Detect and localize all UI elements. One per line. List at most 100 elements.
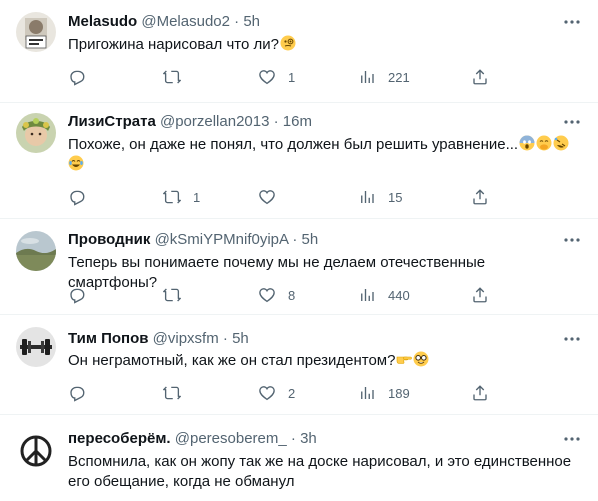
tweet-text: Вспомнила, как он жопу так же на доске н… xyxy=(68,452,578,492)
tweet-text-line-2: его обещание, когда не обманул xyxy=(68,473,295,490)
reply-icon xyxy=(70,386,85,402)
retweet-icon xyxy=(163,70,181,84)
tweet-text-content: Пригожина нарисовал что ли? xyxy=(68,36,279,53)
author-name[interactable]: пересоберём. xyxy=(68,430,171,447)
reply-button[interactable] xyxy=(68,285,98,305)
author-handle[interactable]: @Melasudo2 xyxy=(141,13,230,30)
author-handle[interactable]: @peresoberem_ xyxy=(175,430,287,447)
author-handle[interactable]: @porzellan2013 xyxy=(160,113,269,130)
avatar[interactable] xyxy=(16,113,56,153)
like-button[interactable] xyxy=(258,187,288,207)
separator-dot: · xyxy=(222,330,228,347)
reply-icon xyxy=(70,288,85,304)
reply-icon xyxy=(70,190,85,206)
heart-icon xyxy=(259,190,275,205)
retweet-button[interactable] xyxy=(163,285,193,305)
separator-dot: · xyxy=(290,430,296,447)
author-name[interactable]: ЛизиСтрата xyxy=(68,113,156,130)
more-options-icon[interactable] xyxy=(562,112,582,132)
author-name[interactable]: Melasudo xyxy=(68,13,137,30)
like-count: 1 xyxy=(288,69,296,85)
joy-tears-icon xyxy=(68,155,84,171)
tweet-2[interactable]: ЛизиСтрата @porzellan2013 · 16m Похоже, … xyxy=(0,103,598,219)
retweet-button[interactable] xyxy=(163,383,193,403)
share-button[interactable] xyxy=(471,383,489,403)
timestamp[interactable]: 5h xyxy=(302,231,319,248)
tweet-text: Пригожина нарисовал что ли? xyxy=(68,35,578,55)
share-icon xyxy=(473,385,487,401)
reply-button[interactable] xyxy=(68,383,98,403)
tweet-3[interactable]: Проводник @kSmiYPMnif0yipA · 5h Теперь в… xyxy=(0,219,598,315)
share-button[interactable] xyxy=(471,187,489,207)
author-name[interactable]: Проводник xyxy=(68,231,150,248)
timestamp[interactable]: 5h xyxy=(243,13,260,30)
tweet-actions: 1 221 xyxy=(68,67,488,87)
retweet-icon xyxy=(163,386,181,400)
author-name[interactable]: Тим Попов xyxy=(68,330,148,347)
author-handle[interactable]: @kSmiYPMnif0yipA xyxy=(155,231,289,248)
author-handle[interactable]: @vipxsfm xyxy=(153,330,219,347)
nerd-face-icon xyxy=(413,351,429,367)
more-options-icon[interactable] xyxy=(562,429,582,449)
views-chart-icon xyxy=(361,387,374,399)
heart-icon xyxy=(259,70,275,85)
avatar[interactable] xyxy=(16,12,56,52)
face-screaming-icon xyxy=(519,135,535,151)
view-count: 221 xyxy=(388,69,410,85)
avatar[interactable] xyxy=(16,231,56,271)
retweet-count: 1 xyxy=(193,189,201,205)
view-count: 189 xyxy=(388,385,410,401)
tweet-text-line-1: Вспомнила, как он жопу так же на доске н… xyxy=(68,453,572,470)
tweet-actions: 1 15 xyxy=(68,187,488,207)
like-button[interactable]: 1 xyxy=(258,67,295,87)
share-icon xyxy=(473,189,487,205)
separator-dot: · xyxy=(292,231,298,248)
tweet-text-content: Похоже, он даже не понял, что должен был… xyxy=(68,136,519,153)
reply-button[interactable] xyxy=(68,187,98,207)
views-button[interactable]: 221 xyxy=(358,67,410,87)
separator-dot: · xyxy=(234,13,240,30)
views-button[interactable]: 189 xyxy=(358,383,410,403)
view-count: 15 xyxy=(388,189,403,205)
retweet-button[interactable] xyxy=(163,67,193,87)
tweet-actions: 2 189 xyxy=(68,383,488,403)
tweet-text-content: Он неграмотный, как же он стал президент… xyxy=(68,352,396,369)
like-count: 8 xyxy=(288,287,296,303)
like-count: 2 xyxy=(288,385,296,401)
views-button[interactable]: 440 xyxy=(358,285,410,305)
retweet-icon xyxy=(163,190,181,204)
tweet-1[interactable]: Melasudo @Melasudo2 · 5h Пригожина нарис… xyxy=(0,0,598,103)
tweet-text: Он неграмотный, как же он стал президент… xyxy=(68,351,578,371)
reply-icon xyxy=(70,70,85,86)
retweet-button[interactable]: 1 xyxy=(163,187,200,207)
heart-icon xyxy=(259,386,275,401)
pointing-right-icon xyxy=(396,351,413,367)
more-options-icon[interactable] xyxy=(562,230,582,250)
share-button[interactable] xyxy=(471,67,489,87)
views-chart-icon xyxy=(361,289,374,301)
like-button[interactable]: 2 xyxy=(258,383,295,403)
share-button[interactable] xyxy=(471,285,489,305)
timestamp[interactable]: 3h xyxy=(300,430,317,447)
face-with-monocle-icon xyxy=(280,35,296,51)
timestamp[interactable]: 5h xyxy=(232,330,249,347)
rolling-laughing-icon xyxy=(553,135,569,151)
avatar[interactable] xyxy=(16,327,56,367)
more-options-icon[interactable] xyxy=(562,329,582,349)
heart-icon xyxy=(259,288,275,303)
more-options-icon[interactable] xyxy=(562,12,582,32)
reply-button[interactable] xyxy=(68,67,98,87)
views-button[interactable]: 15 xyxy=(358,187,402,207)
tweet-4[interactable]: Тим Попов @vipxsfm · 5h Он неграмотный, … xyxy=(0,315,598,415)
like-button[interactable]: 8 xyxy=(258,285,295,305)
separator-dot: · xyxy=(273,113,279,130)
tweet-5[interactable]: пересоберём. @peresoberem_ · 3h Вспомнил… xyxy=(0,415,598,501)
timestamp[interactable]: 16m xyxy=(283,113,312,130)
share-icon xyxy=(473,69,487,85)
avatar[interactable] xyxy=(16,431,56,471)
face-hand-over-mouth-icon xyxy=(536,135,552,151)
retweet-icon xyxy=(163,288,181,302)
views-chart-icon xyxy=(361,71,374,83)
views-chart-icon xyxy=(361,191,374,203)
tweet-actions: 8 440 xyxy=(68,285,488,305)
